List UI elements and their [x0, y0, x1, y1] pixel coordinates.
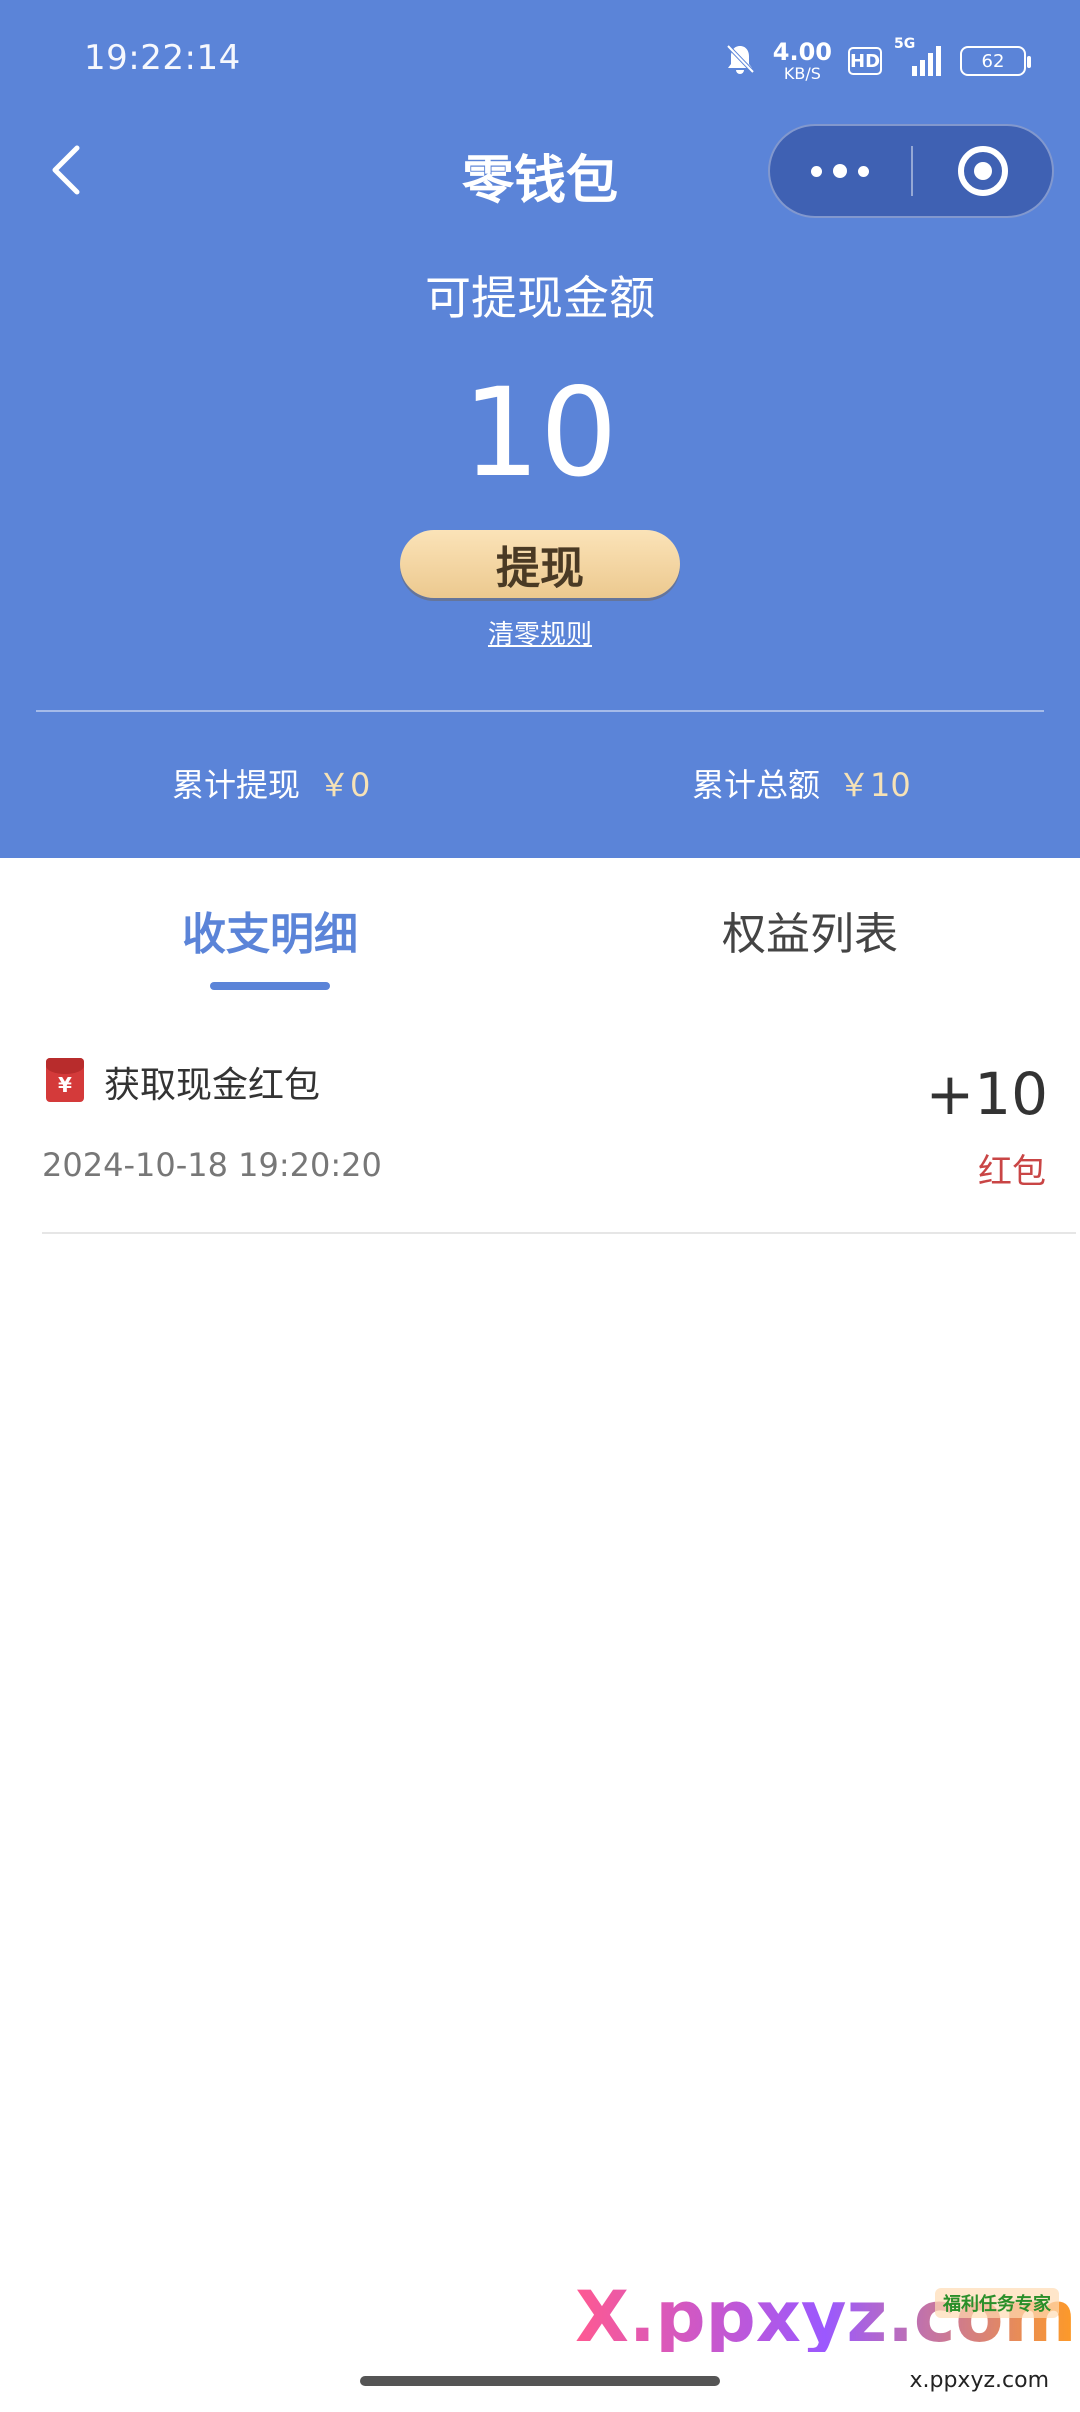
more-dot-icon: [811, 165, 822, 177]
watermark-sub: x.ppxyz.com: [903, 2368, 1055, 2393]
status-icons: 4.00 KB/S HD 5G 62: [723, 36, 1031, 84]
stat-withdrawn-label: 累计提现: [172, 766, 301, 804]
more-dot-icon: [833, 164, 847, 178]
stat-total-label: 累计总额: [692, 766, 821, 804]
record-title: 获取现金红包: [104, 1065, 321, 1106]
tab-benefits-list[interactable]: 权益列表: [540, 898, 1080, 962]
battery-level: 62: [981, 50, 1005, 72]
header-divider: [36, 710, 1044, 712]
close-mini-program-button[interactable]: [914, 126, 1052, 216]
home-indicator[interactable]: [360, 2376, 720, 2386]
more-options-button[interactable]: [770, 126, 910, 216]
balance-label: 可提现金额: [425, 271, 655, 325]
watermark-badge: 福利任务专家: [935, 2288, 1059, 2318]
stat-withdrawn-value: ￥0: [318, 766, 371, 804]
battery-icon: 62: [960, 46, 1031, 76]
capsule-divider: [911, 146, 913, 196]
balance-amount: 10: [462, 362, 618, 504]
mini-program-capsule: [768, 124, 1054, 218]
target-close-icon: [958, 146, 1008, 196]
net-speed-value: 4.00: [772, 38, 832, 66]
hd-badge: HD: [848, 47, 882, 75]
clear-rule-link[interactable]: 清零规则: [0, 614, 1080, 651]
record-divider: [42, 1232, 1076, 1234]
wallet-page: 19:22:14 4.00 KB/S HD 5G 62 零钱包 可提现金额 10…: [0, 0, 1080, 2412]
list-item[interactable]: ¥ 获取现金红包 +10 2024-10-18 19:20:20 红包: [0, 1010, 1080, 1234]
tab-bar: 收支明细 权益列表: [0, 858, 1080, 998]
stat-total-amount: 累计总额 ￥10: [692, 760, 911, 806]
tab-transaction-details[interactable]: 收支明细: [0, 898, 540, 962]
status-bar: 19:22:14 4.00 KB/S HD 5G 62: [0, 0, 1080, 120]
red-envelope-icon: ¥: [46, 1058, 84, 1102]
record-time: 2024-10-18 19:20:20: [42, 1146, 382, 1184]
stat-total-withdrawn: 累计提现 ￥0: [172, 760, 370, 806]
withdraw-button[interactable]: 提现: [400, 530, 680, 598]
signal-5g-icon: 5G: [894, 36, 944, 78]
mute-bell-icon: [723, 42, 757, 80]
net-speed: 4.00 KB/S: [773, 40, 832, 82]
wallet-header: 19:22:14 4.00 KB/S HD 5G 62 零钱包 可提现金额 10…: [0, 0, 1080, 858]
network-label: 5G: [894, 36, 916, 52]
more-dot-icon: [858, 165, 869, 177]
net-speed-unit: KB/S: [783, 64, 821, 83]
stat-total-value: ￥10: [838, 766, 911, 804]
status-time: 19:22:14: [84, 38, 241, 78]
tab-active-indicator: [210, 982, 330, 990]
record-amount: +10: [925, 1060, 1048, 1128]
record-type: 红包: [978, 1152, 1046, 1192]
